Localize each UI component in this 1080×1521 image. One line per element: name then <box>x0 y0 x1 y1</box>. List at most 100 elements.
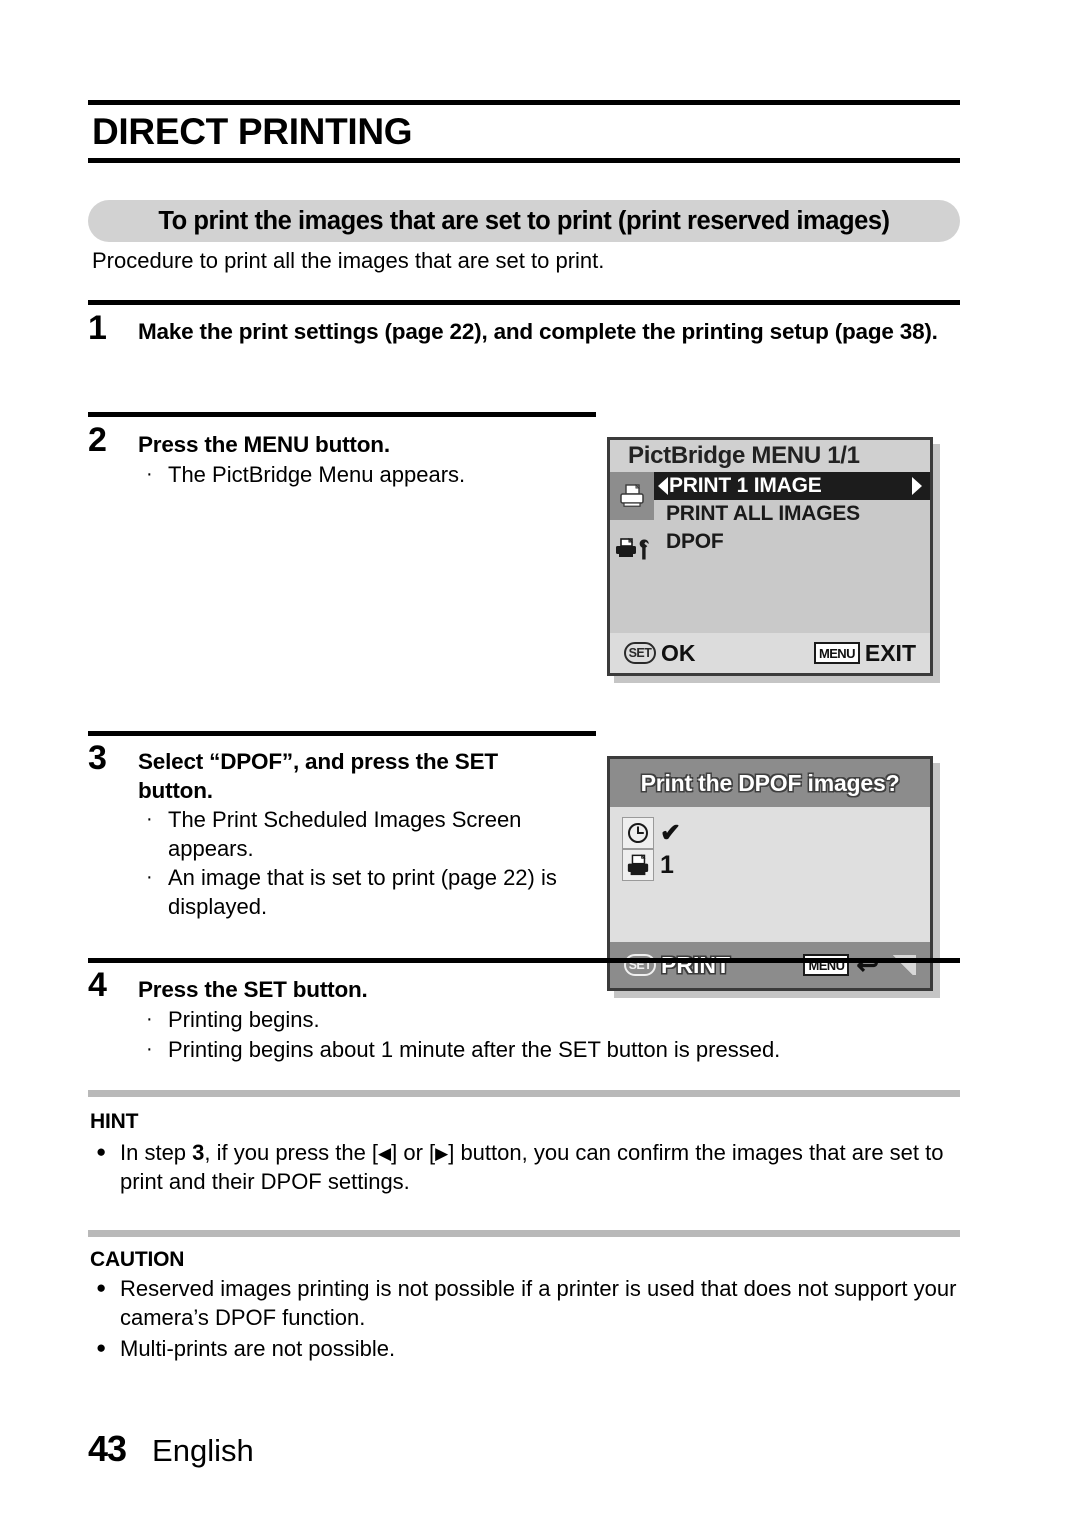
menu-item-label: PRINT 1 IMAGE <box>669 474 822 497</box>
chevron-left-icon: ◀ <box>378 1144 392 1163</box>
menu-item-dpof[interactable]: DPOF <box>654 528 930 556</box>
bullet-dot: ● <box>96 1278 107 1297</box>
step-2-bullets: · The PictBridge Menu appears. <box>146 461 596 491</box>
lcd-inner: Print the DPOF images? ✔ 1 SET PRINT MEN… <box>610 759 930 988</box>
date-value: ✔ <box>660 819 681 847</box>
step-2-number: 2 <box>88 421 107 459</box>
page-footer: 43 English <box>88 1428 254 1470</box>
caution-text: Reserved images printing is not possible… <box>120 1276 957 1331</box>
lcd-screen-pictbridge-menu: PictBridge MENU 1/1 PRINT 1 IMAGE PRINT … <box>607 437 933 676</box>
list-item: ● In step 3, if you press the [◀] or [▶]… <box>96 1138 962 1196</box>
bullet-text: Printing begins. <box>168 1007 320 1032</box>
step-3-rule <box>88 731 596 736</box>
bullet-text: An image that is set to print (page 22) … <box>168 865 557 919</box>
screen1-title: PictBridge MENU 1/1 <box>610 440 930 472</box>
menu-item-print-all-images[interactable]: PRINT ALL IMAGES <box>654 500 930 528</box>
hint-step-ref: 3 <box>192 1140 205 1165</box>
menu-item-label: DPOF <box>666 530 724 553</box>
manual-page: DIRECT PRINTING To print the images that… <box>0 0 1080 1521</box>
hint-heading: HINT <box>90 1110 139 1133</box>
step-1-rule <box>88 300 960 305</box>
hint-separator <box>88 1090 960 1097</box>
set-badge-icon: SET <box>624 642 656 664</box>
return-arrow-icon: ↩ <box>856 949 879 980</box>
printer-icon[interactable] <box>610 472 654 520</box>
header-rule-bottom <box>88 157 960 163</box>
screen1-icon-column <box>610 472 654 633</box>
caution-list: ● Reserved images printing is not possib… <box>96 1274 962 1365</box>
hint-text-mid: , if you press the [ <box>204 1140 379 1165</box>
intro-text: Procedure to print all the images that a… <box>92 248 605 273</box>
step-4-number: 4 <box>88 966 107 1004</box>
screen1-set-ok[interactable]: SET OK <box>624 640 696 667</box>
page-number: 43 <box>88 1428 127 1469</box>
hint-text: In step 3, if you press the [◀] or [▶] b… <box>120 1138 962 1196</box>
bullet-dot: ● <box>96 1142 107 1161</box>
screen2-date-row: ✔ <box>622 817 681 849</box>
section-title: To print the images that are set to prin… <box>158 206 890 235</box>
step-4-rule <box>88 958 960 963</box>
list-item: · The PictBridge Menu appears. <box>146 461 596 490</box>
menu-action-label: EXIT <box>864 639 916 666</box>
bullet-dot: · <box>146 1008 153 1030</box>
screen1-menu-exit[interactable]: MENU EXIT <box>813 639 916 667</box>
hint-list: ● In step 3, if you press the [◀] or [▶]… <box>96 1138 962 1198</box>
step-3-bullets: · The Print Scheduled Images Screen appe… <box>146 806 566 922</box>
list-item: · Printing begins about 1 minute after t… <box>146 1036 962 1065</box>
step-3-number: 3 <box>88 739 107 777</box>
screen1-menu-list: PRINT 1 IMAGE PRINT ALL IMAGES DPOF <box>654 472 930 556</box>
list-item: ● Reserved images printing is not possib… <box>96 1274 962 1332</box>
screen2-settings-list: ✔ 1 <box>622 817 681 881</box>
step-1-title: Make the print settings (page 22), and c… <box>138 319 938 344</box>
menu-badge-icon: MENU <box>813 642 860 664</box>
screen2-footer: SET PRINT MENU ↩ <box>610 942 930 988</box>
screen1-footer: SET OK MENU EXIT <box>610 633 930 673</box>
printer-icon <box>622 849 654 881</box>
caution-heading: CAUTION <box>90 1248 185 1271</box>
screen2-title: Print the DPOF images? <box>610 759 930 807</box>
bullet-dot: · <box>146 463 153 485</box>
screen2-set-print[interactable]: SET PRINT <box>624 952 730 979</box>
lcd-inner: PictBridge MENU 1/1 PRINT 1 IMAGE PRINT … <box>610 440 930 673</box>
step-3-title: Select “DPOF”, and press the SET button. <box>138 749 498 803</box>
screen2-copies-row: 1 <box>622 849 680 881</box>
section-title-banner: To print the images that are set to prin… <box>88 200 960 242</box>
bullet-dot: · <box>146 866 153 889</box>
step-2-title: Press the MENU button. <box>138 432 390 457</box>
step-4-title: Press the SET button. <box>138 977 368 1002</box>
set-action-label: OK <box>661 639 696 666</box>
bullet-dot: · <box>146 1037 153 1060</box>
chevron-right-icon: ▶ <box>435 1144 449 1163</box>
printer-setup-icon[interactable] <box>610 528 654 570</box>
clock-icon <box>622 817 654 849</box>
language-label: English <box>152 1433 254 1468</box>
screen2-menu-return[interactable]: MENU ↩ <box>803 949 916 980</box>
page-header: DIRECT PRINTING <box>88 100 960 163</box>
list-item: ● Multi-prints are not possible. <box>96 1334 962 1363</box>
step-1-number: 1 <box>88 309 107 347</box>
chapter-title: DIRECT PRINTING <box>92 111 413 152</box>
hint-text-before: In step <box>120 1140 193 1165</box>
list-item: · Printing begins. <box>146 1006 962 1035</box>
step-4-bullets: · Printing begins. · Printing begins abo… <box>146 1006 962 1065</box>
chevron-right-icon <box>912 477 922 495</box>
screen1-body: PRINT 1 IMAGE PRINT ALL IMAGES DPOF <box>610 472 930 633</box>
screen2-body: ✔ 1 <box>610 807 930 942</box>
lcd-screen-dpof-confirm: Print the DPOF images? ✔ 1 SET PRINT MEN… <box>607 756 933 991</box>
list-item: · An image that is set to print (page 22… <box>146 864 566 921</box>
menu-item-print-1-image[interactable]: PRINT 1 IMAGE <box>654 472 930 500</box>
bullet-text: Printing begins about 1 minute after the… <box>168 1036 781 1062</box>
bullet-text: The PictBridge Menu appears. <box>168 462 466 487</box>
bullet-dot: · <box>146 808 153 830</box>
copies-value: 1 <box>660 850 674 879</box>
caution-separator <box>88 1230 960 1237</box>
set-action-label: PRINT <box>661 951 730 978</box>
caution-text: Multi-prints are not possible. <box>120 1336 396 1362</box>
step-2-rule <box>88 412 596 417</box>
menu-item-label: PRINT ALL IMAGES <box>666 502 860 525</box>
bullet-text: The Print Scheduled Images Screen appear… <box>168 807 522 861</box>
hint-text-or: ] or [ <box>391 1140 436 1165</box>
chevron-left-icon <box>658 477 668 495</box>
bullet-dot: ● <box>96 1338 107 1358</box>
list-item: · The Print Scheduled Images Screen appe… <box>146 806 566 863</box>
